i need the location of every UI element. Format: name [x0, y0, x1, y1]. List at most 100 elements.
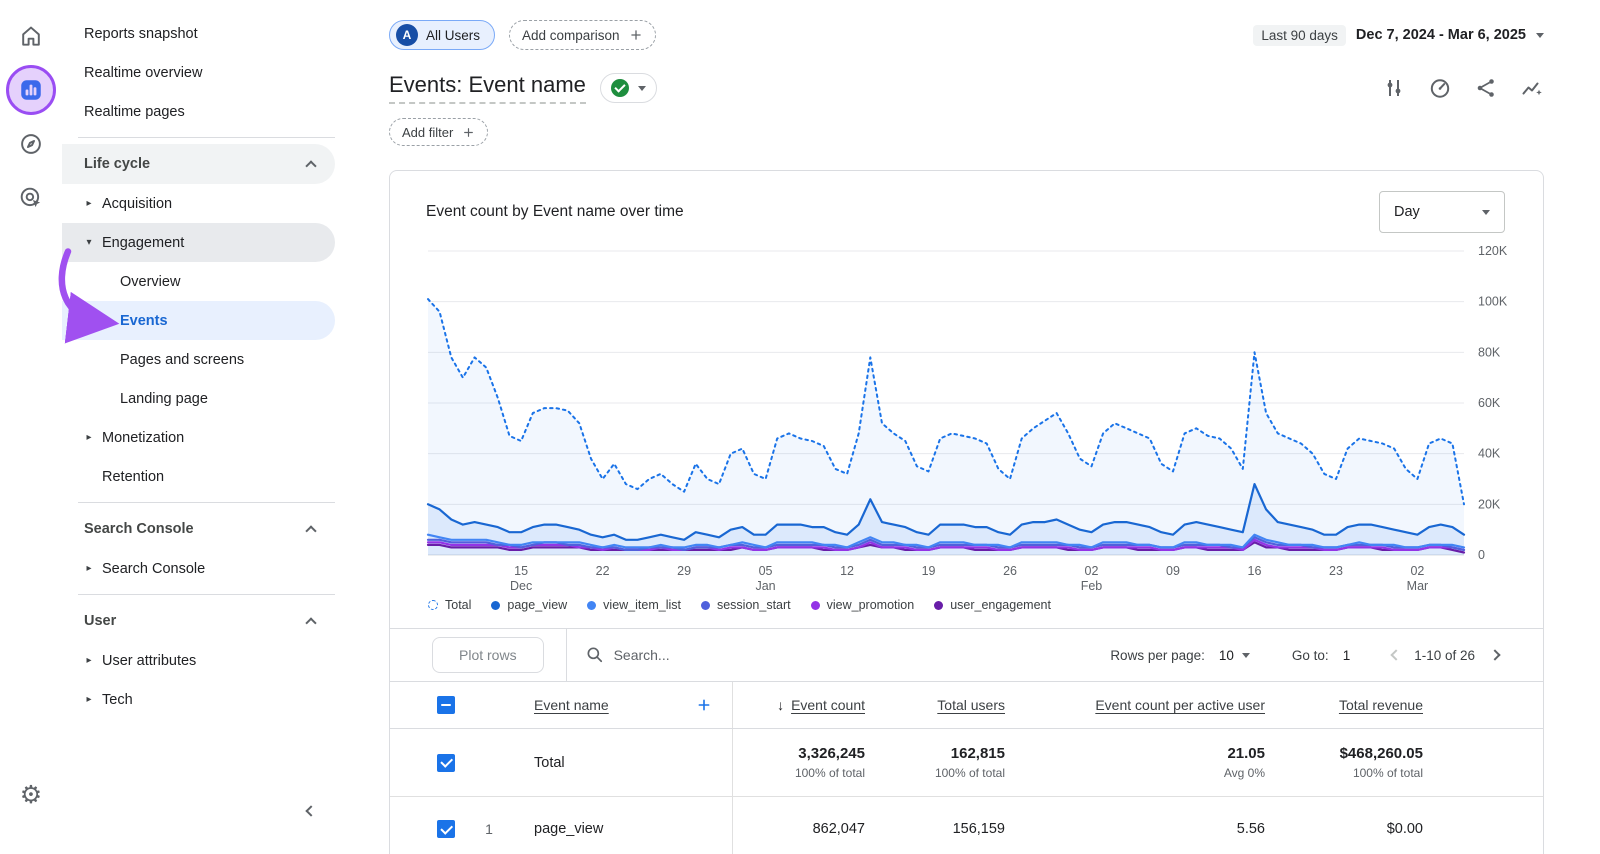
expand-triangle-icon: ▸	[76, 432, 102, 443]
collapse-sidebar-button[interactable]	[307, 802, 315, 818]
legend-dot	[587, 601, 596, 610]
admin-gear-icon[interactable]: ⚙	[9, 772, 53, 816]
sidebar-item-acquisition[interactable]: ▸Acquisition	[62, 184, 335, 223]
sidebar-item-retention[interactable]: Retention	[62, 457, 335, 496]
add-filter-button[interactable]: Add filter	[389, 118, 488, 146]
column-header-total-users[interactable]: Total users	[865, 697, 1005, 713]
caret-down-icon[interactable]	[1242, 653, 1250, 658]
advertising-icon[interactable]	[9, 176, 53, 220]
select-all-checkbox[interactable]	[437, 696, 455, 714]
svg-text:Mar: Mar	[1407, 579, 1429, 593]
svg-text:26: 26	[1003, 564, 1017, 578]
date-range-picker[interactable]: Last 90 days Dec 7, 2024 - Mar 6, 2025	[1253, 25, 1544, 46]
go-to-input[interactable]: 1	[1343, 648, 1351, 663]
reports-icon[interactable]	[9, 68, 53, 112]
plus-icon	[629, 28, 643, 42]
expand-triangle-icon: ▸	[76, 655, 102, 666]
svg-text:60K: 60K	[1478, 396, 1501, 410]
column-header-event-name[interactable]: Event name	[534, 697, 609, 713]
legend-dot	[491, 601, 500, 610]
sidebar-item-engagement[interactable]: ▾Engagement	[62, 223, 335, 262]
chevron-up-icon	[305, 525, 316, 536]
data-quality-chip[interactable]	[600, 73, 657, 103]
sidebar-item-search-console[interactable]: ▸Search Console	[62, 549, 335, 588]
sidebar-item-overview[interactable]: Overview	[62, 262, 335, 301]
sidebar-item-tech[interactable]: ▸Tech	[62, 680, 335, 719]
svg-text:40K: 40K	[1478, 447, 1501, 461]
sidebar-item-pages-and-screens[interactable]: Pages and screens	[62, 340, 335, 379]
events-table: Event name ↓ Event countTotal usersEvent…	[390, 681, 1543, 854]
sidebar-section-user[interactable]: User	[62, 601, 335, 641]
svg-text:16: 16	[1248, 564, 1262, 578]
sidebar-item-realtime-overview[interactable]: Realtime overview	[62, 53, 335, 92]
line-chart: 020K40K60K80K100K120K15Dec222905Jan12192…	[426, 237, 1543, 596]
chart-title: Event count by Event name over time	[426, 203, 684, 221]
granularity-select[interactable]: Day	[1379, 191, 1505, 233]
rows-per-page-label: Rows per page:	[1110, 648, 1205, 663]
table-header-row: Event name ↓ Event countTotal usersEvent…	[390, 681, 1543, 729]
pagination-controls: Rows per page: 10 Go to: 1 1-10 of 26	[1110, 648, 1543, 663]
audience-avatar: A	[396, 24, 418, 46]
legend-item-page-view[interactable]: page_view	[491, 598, 567, 612]
insights-icon[interactable]	[1520, 76, 1544, 100]
totals-row: Total 3,326,245100% of total162,815100% …	[390, 729, 1543, 797]
svg-text:100K: 100K	[1478, 295, 1508, 309]
explore-icon[interactable]	[9, 122, 53, 166]
chart-legend: Total page_view view_item_list session_star…	[428, 598, 1543, 612]
add-comparison-label: Add comparison	[522, 28, 620, 43]
add-dimension-icon[interactable]	[696, 697, 712, 713]
search-input[interactable]	[614, 647, 764, 663]
row-metric: $0.00	[1265, 821, 1423, 837]
chevron-up-icon	[305, 160, 316, 171]
sidebar-item-events[interactable]: Events	[62, 301, 335, 340]
gauge-icon[interactable]	[1428, 76, 1452, 100]
plus-icon	[462, 126, 475, 139]
svg-text:15: 15	[514, 564, 528, 578]
legend-item-total[interactable]: Total	[428, 598, 471, 612]
next-page-icon[interactable]	[1489, 649, 1500, 660]
legend-item-user-engagement[interactable]: user_engagement	[934, 598, 1051, 612]
sidebar-item-realtime-pages[interactable]: Realtime pages	[62, 92, 335, 131]
legend-item-view-item-list[interactable]: view_item_list	[587, 598, 681, 612]
svg-text:80K: 80K	[1478, 345, 1501, 359]
row-checkbox[interactable]	[437, 754, 455, 772]
column-header-total-revenue[interactable]: Total revenue	[1265, 697, 1423, 713]
caret-down-icon	[1536, 33, 1544, 38]
sidebar-item-monetization[interactable]: ▸Monetization	[62, 418, 335, 457]
sidebar-section-life-cycle[interactable]: Life cycle	[62, 144, 335, 184]
column-header-event-count-per-active-user[interactable]: Event count per active user	[1005, 697, 1265, 713]
svg-text:22: 22	[596, 564, 610, 578]
rows-per-page-select[interactable]: 10	[1219, 648, 1234, 663]
add-comparison-button[interactable]: Add comparison	[509, 20, 656, 50]
row-checkbox[interactable]	[437, 820, 455, 838]
sidebar-item-landing-page[interactable]: Landing page	[62, 379, 335, 418]
prev-page-icon[interactable]	[1391, 649, 1402, 660]
granularity-value: Day	[1394, 204, 1420, 220]
expand-triangle-icon: ▸	[76, 694, 102, 705]
app-root: ⚙ Reports snapshotRealtime overviewRealt…	[0, 0, 1600, 854]
pagination-range: 1-10 of 26	[1414, 648, 1475, 663]
plot-rows-button[interactable]: Plot rows	[432, 637, 544, 673]
table-row[interactable]: 1 page_view 862,047156,1595.56$0.00	[390, 797, 1543, 854]
sidebar-item-user-attributes[interactable]: ▸User attributes	[62, 641, 335, 680]
svg-text:02: 02	[1085, 564, 1099, 578]
totals-metric: 162,815100% of total	[865, 745, 1005, 780]
home-icon[interactable]	[9, 14, 53, 58]
column-header-event-count[interactable]: ↓ Event count	[733, 697, 865, 713]
legend-dot-dotted	[428, 600, 438, 610]
row-metric: 156,159	[865, 821, 1005, 837]
legend-item-session-start[interactable]: session_start	[701, 598, 791, 612]
legend-item-view-promotion[interactable]: view_promotion	[811, 598, 915, 612]
page-title: Events: Event name	[389, 72, 586, 104]
left-icon-rail: ⚙	[0, 0, 62, 854]
comparisons-icon[interactable]	[1382, 76, 1406, 100]
caret-down-icon	[638, 86, 646, 91]
all-users-chip[interactable]: A All Users	[389, 20, 495, 50]
sidebar-section-search-console[interactable]: Search Console	[62, 509, 335, 549]
table-search	[567, 645, 764, 665]
date-preset: Last 90 days	[1253, 25, 1346, 46]
svg-text:19: 19	[922, 564, 936, 578]
audience-label: All Users	[426, 28, 480, 43]
sidebar-item-reports-snapshot[interactable]: Reports snapshot	[62, 14, 335, 53]
share-icon[interactable]	[1474, 76, 1498, 100]
